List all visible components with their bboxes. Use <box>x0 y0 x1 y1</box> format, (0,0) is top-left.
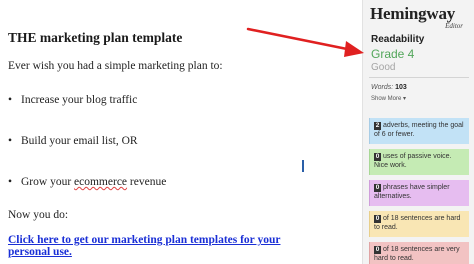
caret-down-icon: ▾ <box>403 96 407 102</box>
passive-count-badge: 0 <box>374 153 381 161</box>
editor-pane[interactable]: THE marketing plan template Ever wish yo… <box>0 0 362 264</box>
now-do-paragraph: Now you do: <box>8 209 69 221</box>
readability-rating: Good <box>371 62 396 73</box>
cta-link[interactable]: Click here to get our marketing plan tem… <box>8 234 308 258</box>
list-item-text: Build your email list, OR <box>21 135 138 147</box>
stats-sidebar: Hemingway Editor Readability Grade 4 Goo… <box>362 0 474 264</box>
adverbs-count-badge: 2 <box>374 122 381 130</box>
bullet-dot-icon: • <box>8 94 13 106</box>
intro-paragraph: Ever wish you had a simple marketing pla… <box>8 60 223 72</box>
hemingway-logo: Hemingway <box>370 4 456 23</box>
word-count-label: Words: <box>371 84 394 91</box>
word-count: Words: 103 <box>371 84 407 91</box>
list-item-text-start: Grow your <box>21 176 75 188</box>
list-item-text-end: revenue <box>127 176 167 188</box>
bullet-dot-icon: • <box>8 135 13 147</box>
spelling-error-word[interactable]: ecommerce <box>74 176 127 188</box>
show-more-button[interactable]: Show More ▾ <box>371 95 406 102</box>
text-cursor <box>302 160 304 172</box>
word-count-value: 103 <box>395 84 407 91</box>
phrases-count-badge: 0 <box>374 184 381 192</box>
list-item: • Increase your blog traffic <box>8 94 137 106</box>
adverbs-card-text: adverbs, meeting the goal of 6 or fewer. <box>374 122 464 138</box>
readability-label: Readability <box>371 34 425 45</box>
list-item-text: Increase your blog traffic <box>21 94 138 106</box>
hard-card-text: of 18 sentences are hard to read. <box>374 215 461 231</box>
hard-sentences-card[interactable]: 0 of 18 sentences are hard to read. <box>369 211 469 237</box>
bullet-dot-icon: • <box>8 176 13 188</box>
adverbs-card[interactable]: 2 adverbs, meeting the goal of 6 or fewer… <box>369 118 469 144</box>
very-hard-sentences-card[interactable]: 0 of 18 sentences are very hard to read. <box>369 242 469 264</box>
readability-grade: Grade 4 <box>371 47 415 61</box>
list-item: • Grow your ecommerce revenue <box>8 176 166 188</box>
hard-count-badge: 0 <box>374 215 381 223</box>
document-title: THE marketing plan template <box>8 30 183 45</box>
phrases-card-text: phrases have simpler alternatives. <box>374 184 450 200</box>
passive-voice-card[interactable]: 0 uses of passive voice. Nice work. <box>369 149 469 175</box>
logo-subtitle: Editor <box>445 22 463 30</box>
show-more-label: Show More <box>371 96 402 102</box>
sidebar-divider <box>369 77 469 78</box>
list-item: • Build your email list, OR <box>8 135 138 147</box>
very-hard-card-text: of 18 sentences are very hard to read. <box>374 246 460 262</box>
very-hard-count-badge: 0 <box>374 246 381 254</box>
phrases-card[interactable]: 0 phrases have simpler alternatives. <box>369 180 469 206</box>
passive-card-text: uses of passive voice. Nice work. <box>374 153 452 169</box>
